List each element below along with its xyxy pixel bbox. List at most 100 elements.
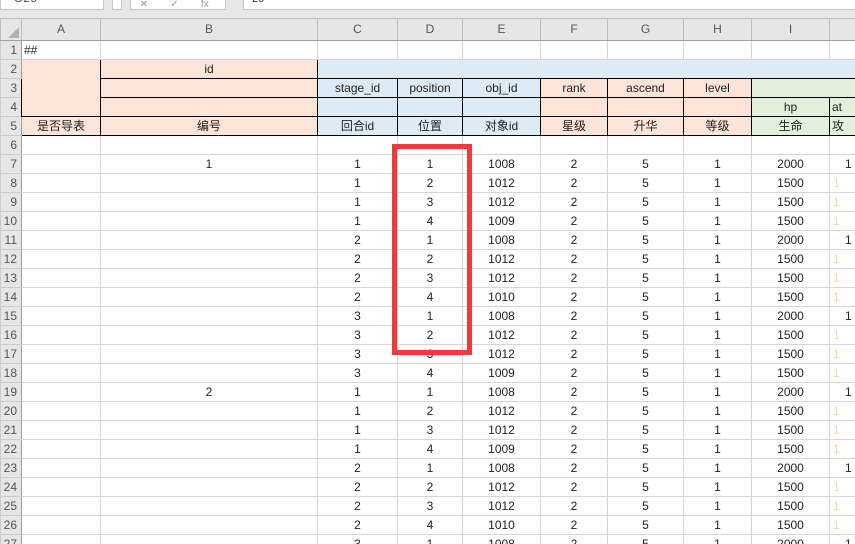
row-header[interactable]: 23 bbox=[1, 459, 22, 478]
column-header-i[interactable]: I bbox=[752, 19, 830, 41]
column-header-e[interactable]: E bbox=[463, 19, 541, 41]
cell-f[interactable]: 2 bbox=[541, 193, 608, 212]
cell-i3-band[interactable] bbox=[752, 79, 855, 98]
cell-f[interactable]: 2 bbox=[541, 516, 608, 535]
row-header[interactable]: 9 bbox=[1, 193, 22, 212]
cell-j[interactable]: 1 bbox=[830, 193, 855, 212]
cell-f[interactable]: 2 bbox=[541, 478, 608, 497]
cell-a2-merged[interactable] bbox=[22, 60, 101, 117]
cell[interactable] bbox=[752, 136, 830, 155]
cell-c[interactable]: 2 bbox=[318, 231, 398, 250]
cell-b[interactable] bbox=[101, 231, 318, 250]
row-header[interactable]: 3 bbox=[1, 79, 22, 98]
cell-f[interactable]: 2 bbox=[541, 364, 608, 383]
row-header[interactable]: 2 bbox=[1, 60, 22, 79]
cell-hp[interactable]: hp bbox=[752, 98, 830, 117]
cell-g[interactable]: 5 bbox=[608, 288, 684, 307]
cell-a[interactable] bbox=[22, 440, 101, 459]
cell-g[interactable]: 5 bbox=[608, 155, 684, 174]
cell-a1[interactable]: ## bbox=[22, 41, 101, 60]
row-header[interactable]: 10 bbox=[1, 212, 22, 231]
cell-a[interactable] bbox=[22, 364, 101, 383]
cell-e[interactable]: 1012 bbox=[463, 497, 541, 516]
cell-j[interactable]: 1 bbox=[830, 288, 855, 307]
cell-i[interactable]: 2000 bbox=[752, 307, 830, 326]
row-header[interactable]: 22 bbox=[1, 440, 22, 459]
cell-b[interactable] bbox=[101, 364, 318, 383]
cell-d[interactable]: 4 bbox=[398, 516, 463, 535]
cell-i[interactable]: 1500 bbox=[752, 269, 830, 288]
row-header[interactable]: 25 bbox=[1, 497, 22, 516]
cell[interactable] bbox=[22, 136, 101, 155]
cell-cn-h[interactable]: 等级 bbox=[684, 117, 752, 136]
cell-e[interactable]: 1012 bbox=[463, 250, 541, 269]
cell-a[interactable] bbox=[22, 212, 101, 231]
enter-icon[interactable]: ✓ bbox=[161, 0, 187, 10]
cell-i[interactable]: 2000 bbox=[752, 383, 830, 402]
cell-h[interactable]: 1 bbox=[684, 193, 752, 212]
cancel-icon[interactable]: ✕ bbox=[131, 0, 157, 10]
cell-d[interactable]: 1 bbox=[398, 459, 463, 478]
row-header[interactable]: 15 bbox=[1, 307, 22, 326]
cell-e[interactable]: 1012 bbox=[463, 269, 541, 288]
cell-g[interactable]: 5 bbox=[608, 516, 684, 535]
cell[interactable] bbox=[101, 136, 318, 155]
cell-h[interactable]: 1 bbox=[684, 288, 752, 307]
column-header-a[interactable]: A bbox=[22, 19, 101, 41]
cell-j[interactable]: 1 bbox=[830, 212, 855, 231]
cell-e[interactable]: 1008 bbox=[463, 459, 541, 478]
cell-g[interactable]: 5 bbox=[608, 383, 684, 402]
cell-i[interactable]: 2000 bbox=[752, 459, 830, 478]
cell-i[interactable]: 1500 bbox=[752, 193, 830, 212]
cell-b[interactable] bbox=[101, 459, 318, 478]
cell-cn-d[interactable]: 位置 bbox=[398, 117, 463, 136]
cell-j[interactable]: 1 bbox=[830, 459, 855, 478]
cell-c[interactable]: 2 bbox=[318, 250, 398, 269]
cell-e[interactable]: 1010 bbox=[463, 516, 541, 535]
row-header[interactable]: 5 bbox=[1, 117, 22, 136]
cell-d[interactable]: 4 bbox=[398, 440, 463, 459]
cell-e[interactable]: 1009 bbox=[463, 440, 541, 459]
cell-f[interactable]: 2 bbox=[541, 459, 608, 478]
cell-c[interactable]: 2 bbox=[318, 497, 398, 516]
cell-b[interactable] bbox=[101, 535, 318, 544]
cell[interactable] bbox=[463, 41, 541, 60]
cell-j[interactable]: 1 bbox=[830, 231, 855, 250]
cell-a[interactable] bbox=[22, 383, 101, 402]
cell-e[interactable]: 1008 bbox=[463, 383, 541, 402]
cell-c[interactable]: 1 bbox=[318, 155, 398, 174]
cell-j[interactable]: 1 bbox=[830, 402, 855, 421]
cell-g[interactable]: 5 bbox=[608, 231, 684, 250]
cell-g[interactable]: 5 bbox=[608, 478, 684, 497]
cell-a[interactable] bbox=[22, 516, 101, 535]
row-header[interactable]: 13 bbox=[1, 269, 22, 288]
cell-b[interactable] bbox=[101, 497, 318, 516]
cell-cn-i[interactable]: 生命 bbox=[752, 117, 830, 136]
cell-h[interactable]: 1 bbox=[684, 231, 752, 250]
cell-h[interactable]: 1 bbox=[684, 383, 752, 402]
red-annotation-rectangle[interactable] bbox=[392, 144, 472, 355]
cell-j[interactable]: 1 bbox=[830, 383, 855, 402]
cell-b4[interactable] bbox=[101, 98, 318, 117]
cell-e[interactable]: 1009 bbox=[463, 364, 541, 383]
cell-i[interactable]: 1500 bbox=[752, 478, 830, 497]
cell-i[interactable]: 1500 bbox=[752, 174, 830, 193]
cell-position[interactable]: position bbox=[398, 79, 463, 98]
cell-g[interactable]: 5 bbox=[608, 250, 684, 269]
formula-input[interactable]: 20 bbox=[243, 0, 855, 10]
row-header[interactable]: 19 bbox=[1, 383, 22, 402]
cell-c[interactable]: 1 bbox=[318, 383, 398, 402]
cell-b[interactable] bbox=[101, 250, 318, 269]
cell-c[interactable]: 2 bbox=[318, 516, 398, 535]
cell-h[interactable]: 1 bbox=[684, 174, 752, 193]
cell-f[interactable]: 2 bbox=[541, 326, 608, 345]
cell-j[interactable]: 1 bbox=[830, 516, 855, 535]
row-header[interactable]: 21 bbox=[1, 421, 22, 440]
cell-d[interactable]: 1 bbox=[398, 383, 463, 402]
cell-g[interactable]: 5 bbox=[608, 459, 684, 478]
cell-i[interactable]: 1500 bbox=[752, 345, 830, 364]
cell-f[interactable]: 2 bbox=[541, 231, 608, 250]
cell-c[interactable]: 2 bbox=[318, 269, 398, 288]
cell-h[interactable]: 1 bbox=[684, 535, 752, 544]
cell-h[interactable]: 1 bbox=[684, 440, 752, 459]
